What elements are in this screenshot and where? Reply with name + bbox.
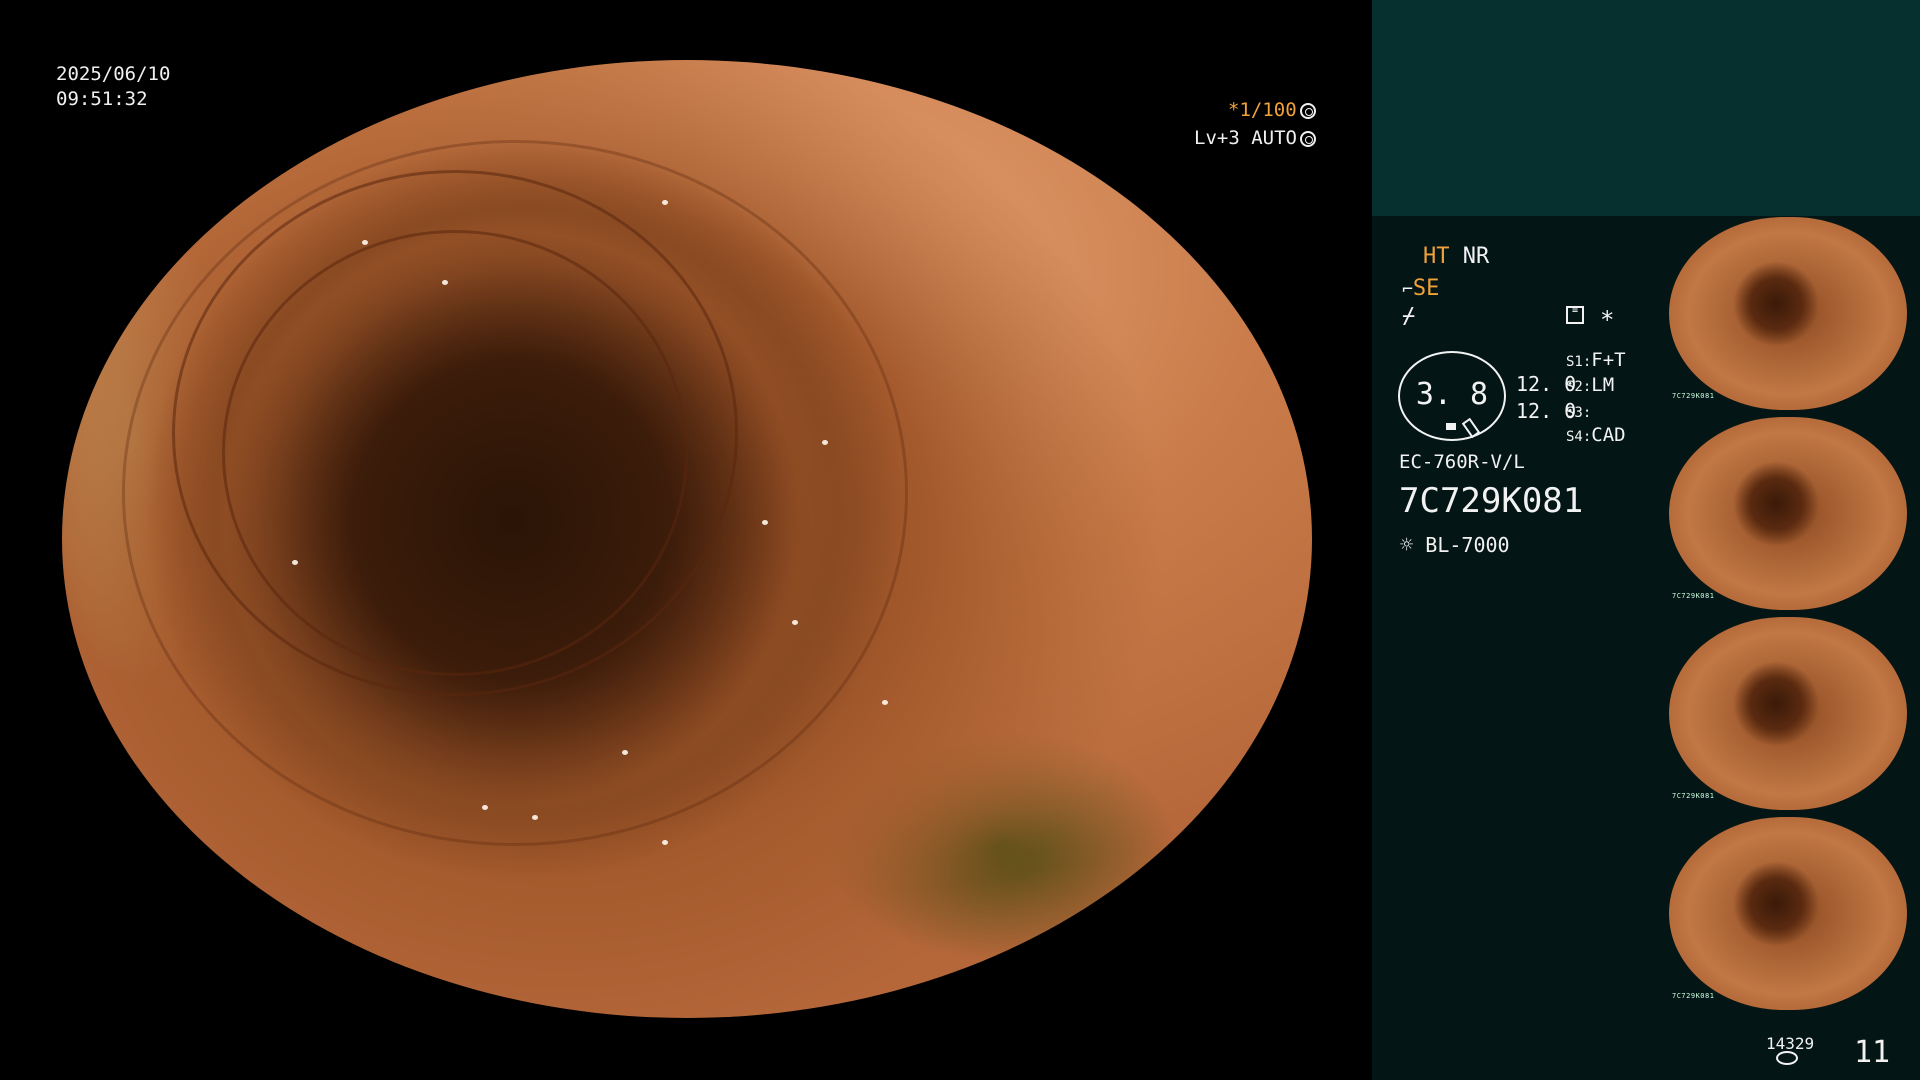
scope-tip-icon: ⌐ — [1402, 279, 1413, 300]
specular-highlight — [532, 815, 538, 820]
time-text: 09:51:32 — [56, 88, 148, 110]
switch-key: S1: — [1566, 354, 1592, 370]
se-row: ⌐SE — [1402, 276, 1439, 303]
specular-highlight — [292, 560, 298, 565]
thumbnail-caption: 7C729K081 — [1672, 992, 1715, 1000]
specular-highlight — [662, 840, 668, 845]
captured-thumbnail-3[interactable] — [1669, 617, 1907, 810]
shutter-readout: *1/100 — [1228, 98, 1316, 123]
thumbnail-caption: 7C729K081 — [1672, 792, 1715, 800]
specular-highlight — [482, 805, 488, 810]
date-text: 2025/06/10 — [56, 63, 171, 85]
switch-value: LM — [1591, 374, 1615, 396]
specular-highlight — [442, 280, 448, 285]
gauge-dial: 3. 8 — [1398, 351, 1506, 441]
panel-header-area — [1372, 0, 1920, 216]
specular-highlight — [622, 750, 628, 755]
se-label: SE — [1412, 276, 1440, 301]
aperture-icon — [1299, 103, 1316, 119]
gauge-value: 3. 8 — [1415, 377, 1489, 412]
scope-serial: 7C729K081 — [1399, 481, 1584, 521]
endoscope-view: 2025/06/10 09:51:32 *1/100 Lv+3 AUTO — [0, 0, 1372, 1080]
thumbnail-caption: 7C729K081 — [1672, 592, 1715, 600]
image-count: 11 — [1854, 1035, 1891, 1070]
endoscopic-image — [62, 60, 1312, 1018]
light-source-row: ☼ BL-7000 — [1400, 532, 1510, 559]
shutter-star: * — [1228, 99, 1240, 121]
scope-model: EC-760R-V/L — [1399, 451, 1525, 473]
switch-s1: S1:F+T — [1566, 347, 1626, 375]
switch-s4: S4:CAD — [1566, 422, 1626, 450]
disk-icon — [1776, 1051, 1798, 1065]
specular-highlight — [792, 620, 798, 625]
light-level: Lv+3 — [1194, 127, 1240, 149]
switch-value: F+T — [1591, 349, 1626, 371]
switch-s2: S2:LM — [1566, 372, 1614, 400]
image-mask-bottom — [0, 1018, 1372, 1080]
info-panel: HT NR ⌐SE ⌿ ≡ * 3. 8 12. 0 12. 0 S1:F+T … — [1372, 0, 1920, 1080]
shutter-value: 1/100 — [1239, 99, 1297, 121]
specular-highlight — [822, 440, 828, 445]
ht-label: HT — [1423, 244, 1450, 269]
light-source-model: BL-7000 — [1425, 533, 1510, 557]
captured-thumbnail-1[interactable] — [1669, 217, 1907, 410]
specular-highlight — [362, 240, 368, 245]
datetime-readout: 2025/06/10 09:51:32 — [56, 62, 170, 112]
light-mode: AUTO — [1251, 127, 1297, 149]
nr-label: NR — [1462, 244, 1490, 269]
switch-key: S2: — [1566, 379, 1592, 395]
iris-icon — [1299, 131, 1316, 147]
freeze-icon: ⌿ — [1402, 304, 1416, 329]
image-mask-top — [0, 0, 1372, 60]
thumbnail-caption: 7C729K081 — [1672, 392, 1715, 400]
specular-highlight — [762, 520, 768, 525]
gauge-tilt-indicator — [1461, 417, 1481, 439]
gauge-marker — [1446, 423, 1456, 430]
specular-highlight — [662, 200, 668, 205]
mucosal-fold — [122, 140, 908, 846]
captured-thumbnail-2[interactable] — [1669, 417, 1907, 610]
switch-value: CAD — [1591, 424, 1626, 446]
ht-nr-row: HT NR — [1423, 244, 1489, 270]
lamp-icon: ☼ — [1400, 533, 1414, 558]
light-readout: Lv+3 AUTO — [1194, 126, 1316, 151]
settings-list-icon: ≡ — [1566, 306, 1584, 324]
asterisk-indicator: * — [1600, 306, 1615, 334]
specular-highlight — [882, 700, 888, 705]
captured-thumbnail-4[interactable] — [1669, 817, 1907, 1010]
switch-key: S3: — [1566, 405, 1592, 421]
switch-key: S4: — [1566, 429, 1592, 445]
